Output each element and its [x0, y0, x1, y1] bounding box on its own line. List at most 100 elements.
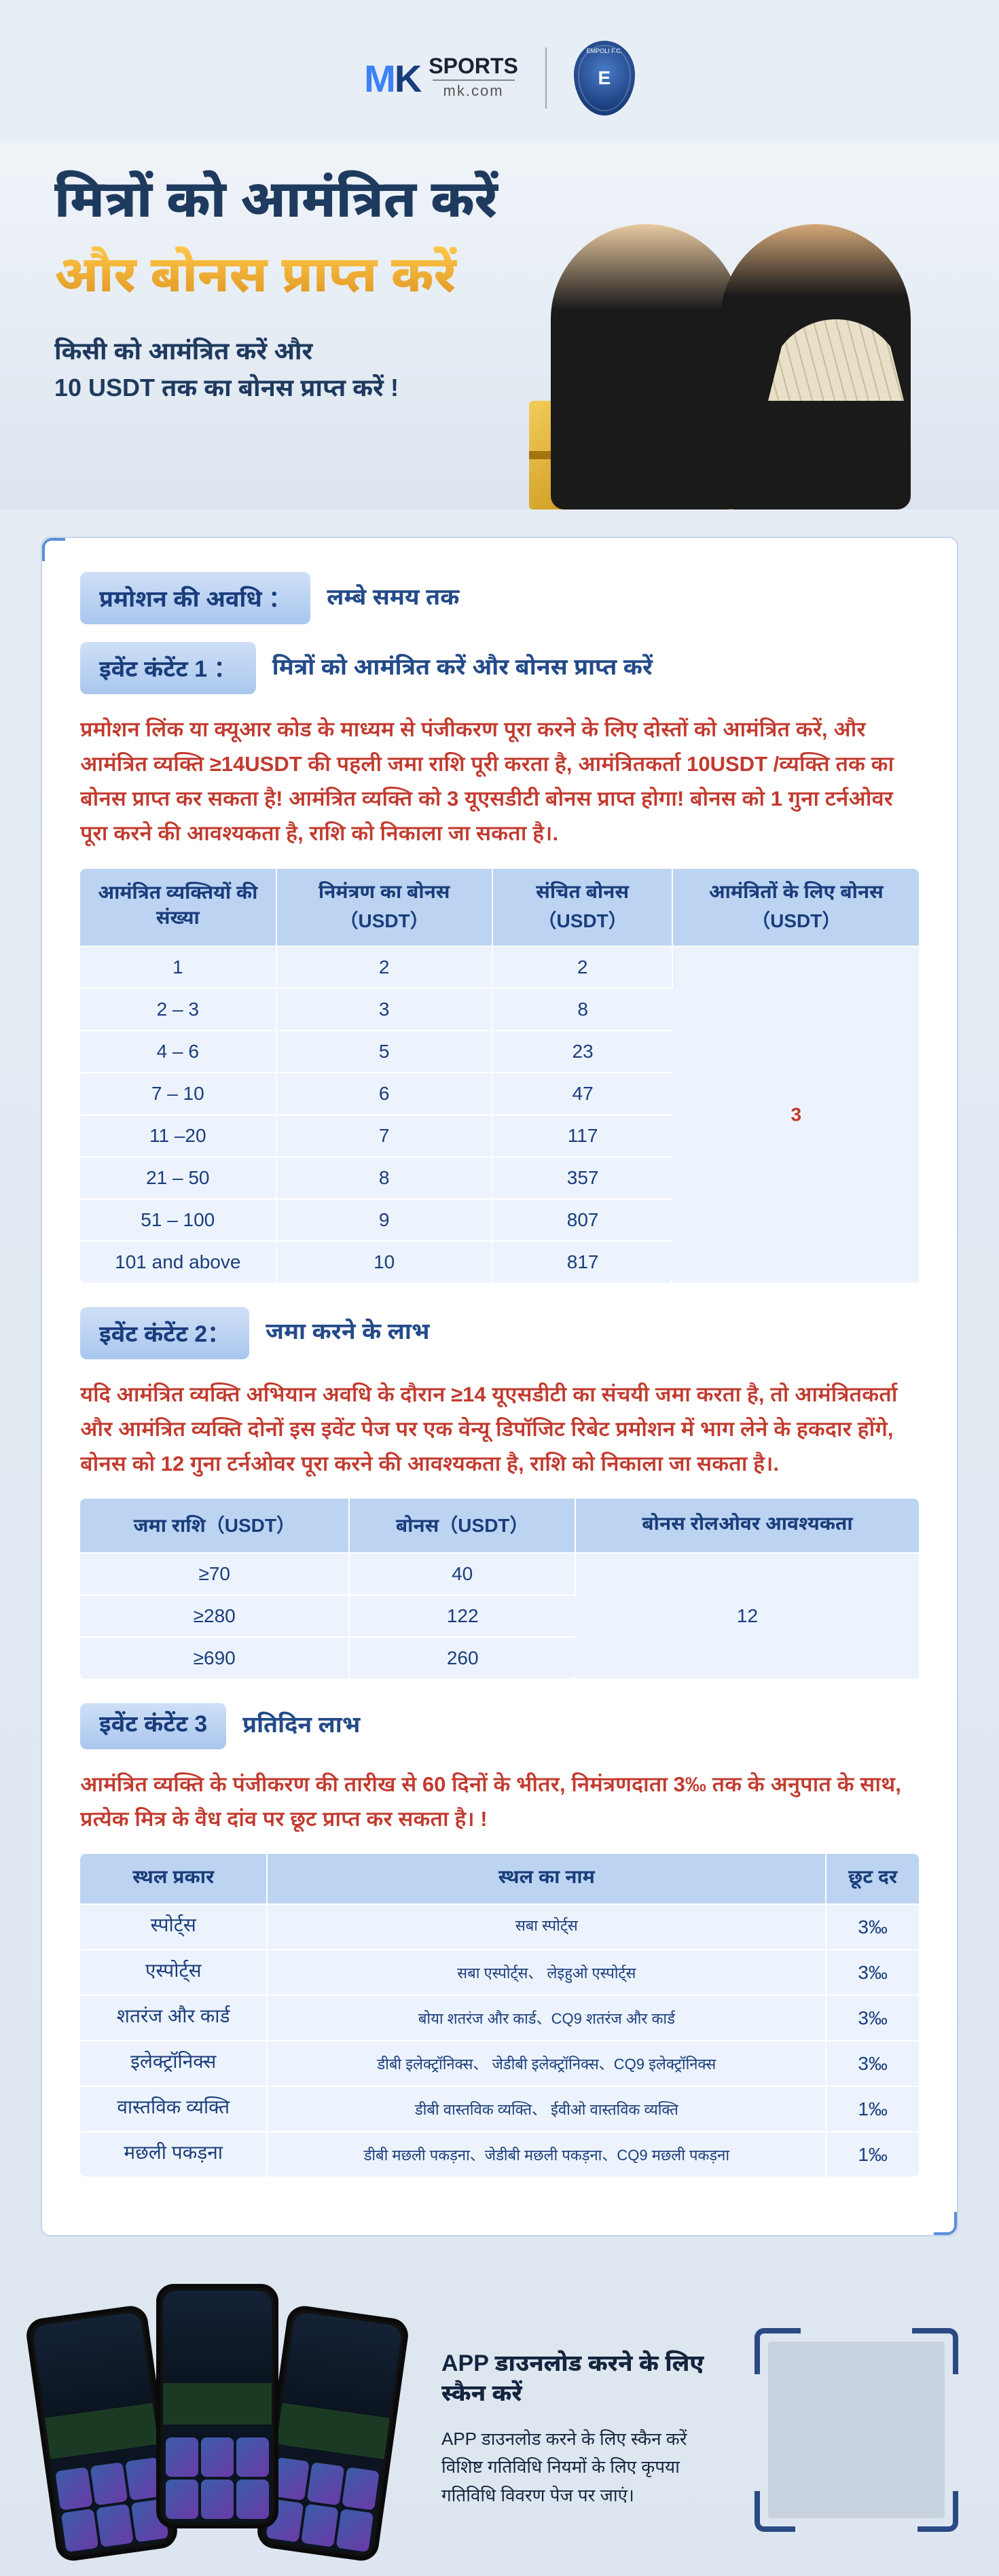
event2-body: यदि आमंत्रित व्यक्ति अभियान अवधि के दौरा…	[80, 1377, 919, 1481]
person-right-icon	[721, 224, 911, 509]
table-row: 1 2 2 3	[80, 946, 919, 988]
phone-mockup-image	[41, 2284, 407, 2576]
cell: 47	[492, 1073, 673, 1115]
hero-banner: मित्रों को आमंत्रित करें और बोनस प्राप्त…	[0, 143, 999, 509]
brand-logo: MMKK SPORTS mk.com	[364, 55, 518, 101]
cell: बोया शतरंज और कार्ड、CQ9 शतरंज और कार्ड	[267, 1995, 826, 2041]
cell: ≥280	[80, 1595, 349, 1637]
cell: 2	[492, 946, 673, 988]
cell: 1	[80, 946, 276, 988]
e3-th-0: स्थल प्रकार	[80, 1854, 267, 1904]
e2-th-0: जमा राशि（USDT）	[80, 1499, 349, 1553]
cell: 807	[492, 1199, 673, 1241]
event1-body: प्रमोशन लिंक या क्यूआर कोड के माध्यम से …	[80, 712, 919, 851]
event1-table: आमंत्रित व्यक्तियों की संख्या निमंत्रण क…	[80, 869, 919, 1283]
qr-code-frame[interactable]	[755, 2328, 958, 2532]
vertical-divider	[545, 48, 547, 109]
cell: 3‰	[826, 1904, 919, 1950]
cell: ≥690	[80, 1637, 349, 1679]
event3-table: स्थल प्रकार स्थल का नाम छूट दर स्पोर्ट्स…	[80, 1854, 919, 2177]
cell: 2 – 3	[80, 988, 276, 1031]
event2-table: जमा राशि（USDT） बोनस（USDT） बोनस रोलओवर आव…	[80, 1499, 919, 1679]
cell: 51 – 100	[80, 1199, 276, 1241]
e1-th-1: निमंत्रण का बोनस （USDT）	[276, 869, 492, 946]
table-row: एस्पोर्ट्ससबा एस्पोर्ट्स、 लेइहुओ एस्पोर्…	[80, 1950, 919, 1995]
e3-th-1: स्थल का नाम	[267, 1854, 826, 1904]
logo-mk-mark: MMKK	[364, 56, 420, 101]
e1-th-0: आमंत्रित व्यक्तियों की संख्या	[80, 869, 276, 946]
cell: 2	[276, 946, 492, 988]
cell: मछली पकड़ना	[80, 2132, 267, 2177]
table-row: इलेक्ट्रॉनिक्सडीबी इलेक्ट्रॉनिक्स、 जेडीब…	[80, 2041, 919, 2086]
phone-icon	[255, 2304, 410, 2563]
cell: 817	[492, 1241, 673, 1283]
promotion-period-value: लम्बे समय तक	[327, 583, 459, 614]
cell: 7 – 10	[80, 1073, 276, 1115]
event2-header-row: इवेंट कंटेंट 2： जमा करने के लाभ	[80, 1307, 919, 1359]
event1-value: मित्रों को आमंत्रित करें और बोनस प्राप्त…	[272, 653, 653, 684]
event2-value: जमा करने के लाभ	[266, 1317, 429, 1348]
hero-people-image	[551, 197, 972, 509]
cell: स्पोर्ट्स	[80, 1904, 267, 1950]
cell: 260	[349, 1637, 575, 1679]
e1-th-2: संचित बोनस（USDT）	[492, 869, 673, 946]
cell: 9	[276, 1199, 492, 1241]
cell: डीबी वास्तविक व्यक्ति、 ईवीओ वास्तविक व्य…	[267, 2086, 826, 2132]
cell: डीबी इलेक्ट्रॉनिक्स、 जेडीबी इलेक्ट्रॉनिक…	[267, 2041, 826, 2086]
event3-label: इवेंट कंटेंट 3	[80, 1703, 226, 1749]
cell: 21 – 50	[80, 1157, 276, 1199]
e2-th-2: बोनस रोलओवर आवश्यकता	[575, 1499, 919, 1553]
cell: 1‰	[826, 2086, 919, 2132]
cell: 6	[276, 1073, 492, 1115]
cell: 7	[276, 1115, 492, 1157]
download-title: APP डाउनलोड करने के लिए स्कैन करें	[441, 2350, 721, 2410]
cell: 3‰	[826, 1995, 919, 2041]
download-text-block: APP डाउनलोड करने के लिए स्कैन करें APP ड…	[441, 2350, 721, 2510]
table-row: वास्तविक व्यक्तिडीबी वास्तविक व्यक्ति、 ई…	[80, 2086, 919, 2132]
cell: 23	[492, 1031, 673, 1073]
logo-domain-text: mk.com	[433, 79, 515, 101]
logo-text-block: SPORTS mk.com	[429, 55, 518, 101]
cell: सबा एस्पोर्ट्स、 लेइहुओ एस्पोर्ट्स	[267, 1950, 826, 1995]
table-row: मछली पकड़नाडीबी मछली पकड़ना、जेडीबी मछली …	[80, 2132, 919, 2177]
cell: सबा स्पोर्ट्स	[267, 1904, 826, 1950]
cell: इलेक्ट्रॉनिक्स	[80, 2041, 267, 2086]
cell: 8	[492, 988, 673, 1031]
header-bar: MMKK SPORTS mk.com EMPOLI F.C. E	[0, 0, 999, 143]
e2-th-1: बोनस（USDT）	[349, 1499, 575, 1553]
table-row: ≥70 40 12	[80, 1553, 919, 1595]
cell: ≥70	[80, 1553, 349, 1595]
cell: 40	[349, 1553, 575, 1595]
event1-header-row: इवेंट कंटेंट 1 ： मित्रों को आमंत्रित करे…	[80, 642, 919, 694]
event2-label: इवेंट कंटेंट 2：	[80, 1307, 249, 1359]
cell: डीबी मछली पकड़ना、जेडीबी मछली पकड़ना、CQ9 …	[267, 2132, 826, 2177]
cell: एस्पोर्ट्स	[80, 1950, 267, 1995]
rollover-cell: 12	[575, 1553, 919, 1679]
content-card: प्रमोशन की अवधि ： लम्बे समय तक इवेंट कंट…	[41, 537, 958, 2236]
cell: 8	[276, 1157, 492, 1199]
cell: 4 – 6	[80, 1031, 276, 1073]
cell: 11 –20	[80, 1115, 276, 1157]
person-left-icon	[551, 224, 741, 509]
promotion-period-label: प्रमोशन की अवधि ：	[80, 572, 310, 624]
e1-th-3: आमंत्रितों के लिए बोनस（USDT）	[672, 869, 919, 946]
event1-label: इवेंट कंटेंट 1 ：	[80, 642, 256, 694]
event3-body: आमंत्रित व्यक्ति के पंजीकरण की तारीख से …	[80, 1767, 919, 1836]
cell: वास्तविक व्यक्ति	[80, 2086, 267, 2132]
cell: 10	[276, 1241, 492, 1283]
cell: 5	[276, 1031, 492, 1073]
cell: 3‰	[826, 2041, 919, 2086]
event3-header-row: इवेंट कंटेंट 3 प्रतिदिन लाभ	[80, 1703, 919, 1749]
e3-th-2: छूट दर	[826, 1854, 919, 1904]
table-row: स्पोर्ट्ससबा स्पोर्ट्स3‰	[80, 1904, 919, 1950]
invitee-bonus-cell: 3	[672, 946, 919, 1283]
event3-value: प्रतिदिन लाभ	[242, 1711, 360, 1742]
cell: 357	[492, 1157, 673, 1199]
cell: 101 and above	[80, 1241, 276, 1283]
cell: 1‰	[826, 2132, 919, 2177]
phone-icon	[156, 2284, 278, 2528]
table-row: शतरंज और कार्डबोया शतरंज और कार्ड、CQ9 शत…	[80, 1995, 919, 2041]
cell: 3	[276, 988, 492, 1031]
cell: 3‰	[826, 1950, 919, 1995]
club-badge-label: EMPOLI F.C.	[574, 48, 635, 54]
